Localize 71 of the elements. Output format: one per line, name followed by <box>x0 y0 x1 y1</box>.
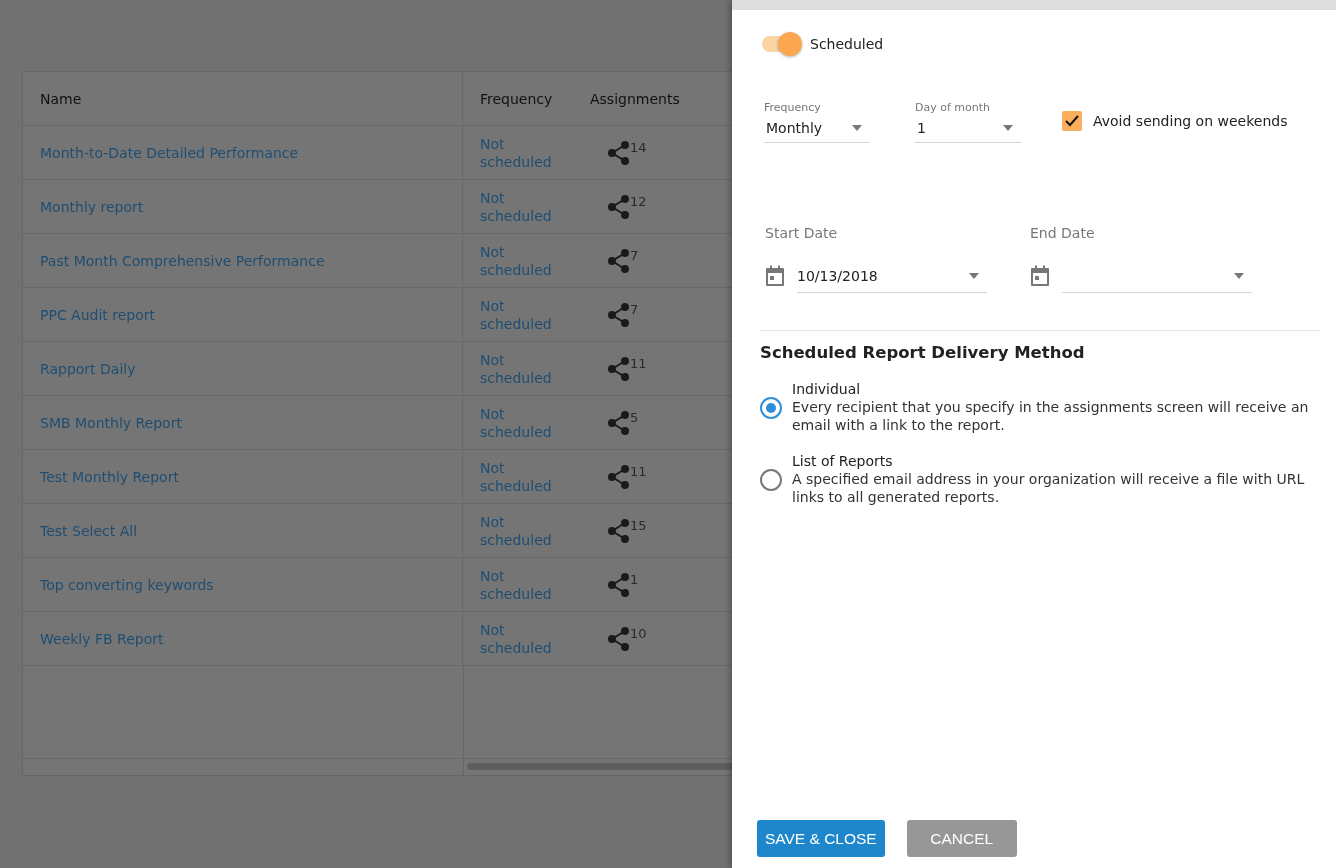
assignment-count: 15 <box>630 518 647 533</box>
option-title: List of Reports <box>792 452 894 470</box>
assignment-count: 10 <box>630 626 647 641</box>
report-link[interactable]: Test Monthly Report <box>40 468 179 485</box>
cancel-button[interactable]: CANCEL <box>906 820 1017 857</box>
frequency-link[interactable]: Not scheduled <box>480 458 560 495</box>
share-icon <box>608 626 630 651</box>
assignment-count: 7 <box>630 248 639 263</box>
assignment-count: 1 <box>630 572 639 587</box>
report-link[interactable]: Test Select All <box>40 522 137 539</box>
frequency-link[interactable]: Not scheduled <box>480 620 560 657</box>
dropdown[interactable]: Monthly <box>764 114 870 143</box>
share-icon <box>608 356 630 381</box>
caret-icon <box>1234 272 1244 279</box>
assignment-count: 7 <box>630 302 639 317</box>
report-link[interactable]: Top converting keywords <box>40 576 214 593</box>
dropdown[interactable]: 1 <box>915 114 1021 143</box>
assignment-count: 11 <box>630 464 647 479</box>
caret-icon <box>969 272 979 279</box>
date-field[interactable]: 10/13/2018 <box>797 259 987 293</box>
save-button[interactable]: SAVE & CLOSE <box>757 820 885 857</box>
checkmark-icon <box>1065 115 1079 127</box>
caret-icon <box>1003 125 1013 131</box>
report-link[interactable]: SMB Monthly Report <box>40 414 182 431</box>
column-header: Assignments <box>590 90 680 107</box>
assignment-count: 11 <box>630 356 647 371</box>
option-description: A specified email address in your organization will receive a file with URL links to all generated reports. <box>792 470 1306 506</box>
share-icon <box>608 410 630 435</box>
share-icon <box>608 518 630 543</box>
report-link[interactable]: Weekly FB Report <box>40 630 164 647</box>
scrollbar-thumb[interactable] <box>467 763 732 770</box>
calendar-icon <box>1030 265 1050 287</box>
frequency-link[interactable]: Not scheduled <box>480 350 560 387</box>
share-icon <box>608 572 630 597</box>
frequency-link[interactable]: Not scheduled <box>480 512 560 549</box>
field-label: Day of month <box>915 101 992 114</box>
checkbox[interactable] <box>1062 111 1082 131</box>
share-icon <box>608 194 630 219</box>
radio-button[interactable] <box>760 469 782 491</box>
field-label: Start Date <box>765 225 839 241</box>
field-label: Frequency <box>764 101 822 114</box>
frequency-link[interactable]: Not scheduled <box>480 296 560 333</box>
share-icon <box>608 140 630 165</box>
frequency-link[interactable]: Not scheduled <box>480 404 560 441</box>
report-link[interactable]: Rapport Daily <box>40 360 136 377</box>
report-link[interactable]: Month-to-Date Detailed Performance <box>40 144 299 161</box>
frequency-link[interactable]: Not scheduled <box>480 242 560 279</box>
report-link[interactable]: Monthly report <box>40 198 144 215</box>
option-title: Individual <box>792 380 862 398</box>
checkbox-label: Avoid sending on weekends <box>1093 113 1288 129</box>
column-header: Frequency <box>480 90 553 107</box>
share-icon <box>608 248 630 273</box>
caret-icon <box>852 125 862 131</box>
frequency-link[interactable]: Not scheduled <box>480 134 560 171</box>
toggle-label: Scheduled <box>810 36 884 52</box>
frequency-link[interactable]: Not scheduled <box>480 188 560 225</box>
assignment-count: 12 <box>630 194 647 209</box>
option-description: Every recipient that you specify in the assignments screen will receive an email with a link to the report. <box>792 398 1310 434</box>
calendar-icon <box>765 265 785 287</box>
report-link[interactable]: PPC Audit report <box>40 306 156 323</box>
frequency-link[interactable]: Not scheduled <box>480 566 560 603</box>
section-heading: Scheduled Report Delivery Method <box>760 343 1086 362</box>
scheduled-toggle[interactable] <box>762 32 802 56</box>
radio-button[interactable] <box>760 397 782 419</box>
share-icon <box>608 464 630 489</box>
assignment-count: 5 <box>630 410 639 425</box>
report-link[interactable]: Past Month Comprehensive Performance <box>40 252 325 269</box>
share-icon <box>608 302 630 327</box>
assignment-count: 14 <box>630 140 647 155</box>
field-label: End Date <box>1030 225 1096 241</box>
column-header: Name <box>40 90 82 107</box>
